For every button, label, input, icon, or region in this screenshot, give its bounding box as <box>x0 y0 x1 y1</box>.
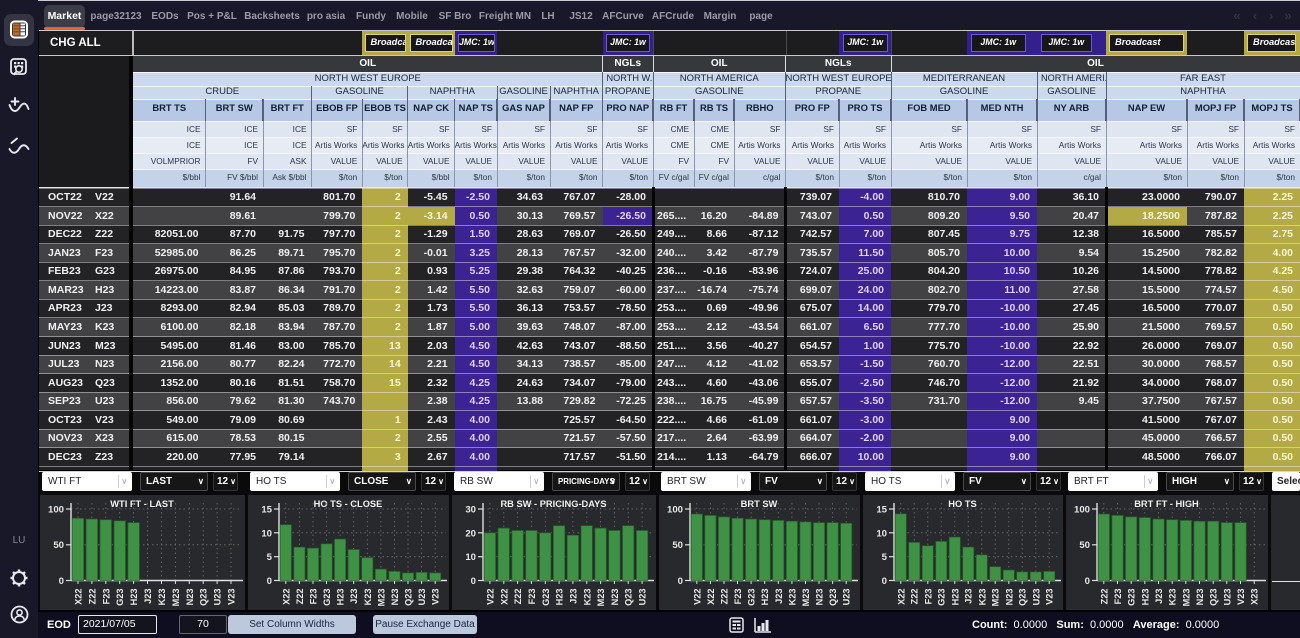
svg-text:V23: V23 <box>227 589 237 605</box>
svg-text:0: 0 <box>678 576 683 587</box>
svg-text:RB SW - PRICING-DAYS: RB SW - PRICING-DAYS <box>500 499 606 509</box>
svg-text:M23: M23 <box>596 589 606 607</box>
svg-text:K23: K23 <box>582 589 592 606</box>
svg-text:N23: N23 <box>815 589 825 606</box>
svg-text:F23: F23 <box>527 589 537 605</box>
svg-text:G23: G23 <box>747 589 757 606</box>
svg-text:G23: G23 <box>115 589 125 606</box>
svg-text:H23: H23 <box>555 589 565 606</box>
svg-text:Q23: Q23 <box>1018 589 1028 606</box>
svg-text:Q23: Q23 <box>624 589 634 606</box>
svg-text:100: 100 <box>667 505 683 516</box>
svg-text:X22: X22 <box>896 589 906 605</box>
svg-text:Q23: Q23 <box>199 589 209 606</box>
svg-text:K23: K23 <box>977 589 987 606</box>
svg-text:J23: J23 <box>349 589 359 604</box>
svg-text:N23: N23 <box>1004 589 1014 606</box>
svg-text:M23: M23 <box>991 589 1001 607</box>
svg-text:F23: F23 <box>309 589 319 605</box>
svg-text:5: 5 <box>267 552 273 563</box>
svg-text:10: 10 <box>876 528 887 539</box>
svg-text:J23: J23 <box>774 589 784 604</box>
svg-text:F23: F23 <box>923 589 933 605</box>
svg-text:G23: G23 <box>541 589 551 606</box>
svg-text:100: 100 <box>1074 505 1090 516</box>
svg-text:15: 15 <box>261 505 272 516</box>
svg-text:F23: F23 <box>1113 589 1123 605</box>
svg-text:Z22: Z22 <box>513 589 523 605</box>
svg-text:0: 0 <box>882 576 887 587</box>
svg-text:20: 20 <box>465 528 476 539</box>
svg-text:J23: J23 <box>143 589 153 604</box>
svg-text:Z22: Z22 <box>1099 589 1109 605</box>
svg-text:HO TS - CLOSE: HO TS - CLOSE <box>314 499 383 509</box>
svg-text:K23: K23 <box>1168 589 1178 606</box>
svg-text:5: 5 <box>882 552 888 563</box>
svg-text:N23: N23 <box>1195 589 1205 606</box>
svg-text:0: 0 <box>471 576 476 587</box>
svg-text:M23: M23 <box>376 589 386 607</box>
svg-text:H23: H23 <box>336 589 346 606</box>
svg-text:N23: N23 <box>185 589 195 606</box>
svg-text:U23: U23 <box>417 589 427 606</box>
svg-text:10: 10 <box>465 552 476 563</box>
svg-text:U23: U23 <box>1031 589 1041 606</box>
svg-text:K23: K23 <box>157 589 167 606</box>
svg-text:10: 10 <box>261 528 272 539</box>
svg-text:Q23: Q23 <box>828 589 838 606</box>
svg-text:G23: G23 <box>1127 589 1137 606</box>
svg-text:H23: H23 <box>950 589 960 606</box>
svg-text:G23: G23 <box>937 589 947 606</box>
svg-text:Z22: Z22 <box>910 589 920 605</box>
svg-text:Q23: Q23 <box>404 589 414 606</box>
svg-text:0: 0 <box>267 576 272 587</box>
svg-text:N23: N23 <box>390 589 400 606</box>
svg-text:BRT SW: BRT SW <box>741 499 778 509</box>
svg-text:U23: U23 <box>1222 589 1232 606</box>
svg-text:U23: U23 <box>842 589 852 606</box>
svg-text:V23: V23 <box>1045 589 1055 605</box>
svg-text:100: 100 <box>48 505 64 516</box>
svg-text:X23: X23 <box>1250 589 1260 605</box>
svg-text:M23: M23 <box>801 589 811 607</box>
svg-text:K23: K23 <box>363 589 373 606</box>
svg-text:Q23: Q23 <box>1209 589 1219 606</box>
svg-text:N23: N23 <box>610 589 620 606</box>
svg-text:H23: H23 <box>760 589 770 606</box>
svg-text:M23: M23 <box>1181 589 1191 607</box>
svg-text:J23: J23 <box>1154 589 1164 604</box>
svg-text:V23: V23 <box>1236 589 1246 605</box>
svg-text:M23: M23 <box>171 589 181 607</box>
svg-text:Z22: Z22 <box>295 589 305 605</box>
svg-text:Z22: Z22 <box>87 589 97 605</box>
svg-text:F23: F23 <box>101 589 111 605</box>
svg-text:50: 50 <box>53 540 64 551</box>
svg-text:15: 15 <box>876 505 887 516</box>
svg-text:X22: X22 <box>281 589 291 605</box>
svg-text:V22: V22 <box>692 589 702 605</box>
svg-text:U23: U23 <box>213 589 223 606</box>
svg-text:U23: U23 <box>638 589 648 606</box>
svg-text:0: 0 <box>59 576 64 587</box>
svg-text:H23: H23 <box>129 589 139 606</box>
svg-text:X22: X22 <box>499 589 509 605</box>
svg-text:J23: J23 <box>568 589 578 604</box>
svg-text:50: 50 <box>1079 540 1090 551</box>
svg-text:BRT FT - HIGH: BRT FT - HIGH <box>1134 499 1199 509</box>
svg-text:J23: J23 <box>964 589 974 604</box>
svg-text:Z22: Z22 <box>720 589 730 605</box>
svg-text:HO TS: HO TS <box>948 499 976 509</box>
svg-text:X22: X22 <box>706 589 716 605</box>
svg-text:F23: F23 <box>733 589 743 605</box>
svg-text:30: 30 <box>465 505 476 516</box>
svg-text:V22: V22 <box>485 589 495 605</box>
svg-text:G23: G23 <box>322 589 332 606</box>
svg-text:0: 0 <box>1085 576 1090 587</box>
svg-text:V23: V23 <box>431 589 441 605</box>
svg-text:K23: K23 <box>787 589 797 606</box>
svg-text:X22: X22 <box>74 589 84 605</box>
svg-text:H23: H23 <box>1140 589 1150 606</box>
svg-text:50: 50 <box>672 540 683 551</box>
